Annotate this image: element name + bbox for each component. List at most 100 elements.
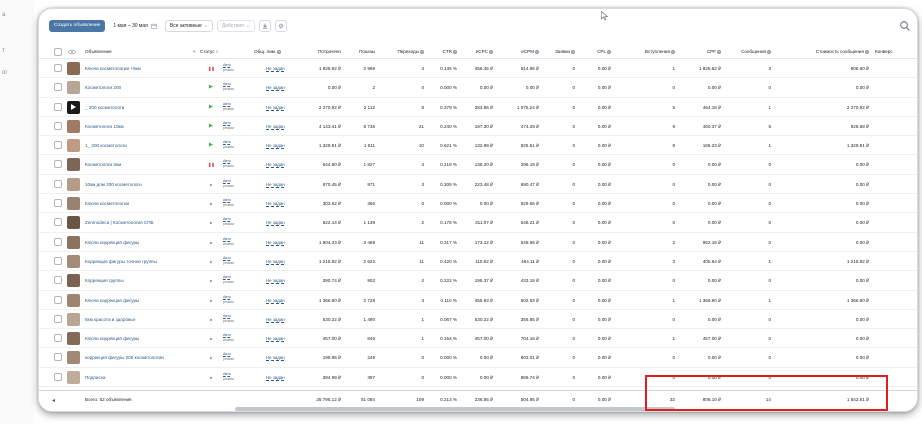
- col-clicks[interactable]: Переходы?: [384, 45, 424, 59]
- ad-name-link[interactable]: Коррекция группы: [85, 271, 185, 290]
- ad-thumbnail[interactable]: [67, 119, 80, 133]
- ad-thumbnail[interactable]: [67, 197, 80, 211]
- stop-status-icon[interactable]: ■: [208, 291, 214, 310]
- ad-name-link[interactable]: Ключи косметологии +5км: [85, 59, 185, 78]
- table-row[interactable]: Ключи коррекция фигуры ■ Авто режим Не задан…: [39, 233, 917, 252]
- row-checkbox[interactable]: [54, 237, 62, 246]
- actions-dropdown[interactable]: Действия ⌄: [216, 20, 256, 32]
- row-checkbox[interactable]: [54, 121, 62, 130]
- ad-thumbnail[interactable]: [67, 139, 80, 153]
- limit-link[interactable]: Не задан: [266, 194, 294, 213]
- col-conversions[interactable]: Конверс: [875, 45, 893, 59]
- date-range-picker[interactable]: 1 мая – 30 мая: [109, 20, 161, 32]
- ad-thumbnail[interactable]: [67, 158, 80, 172]
- col-ctr[interactable]: CTR?: [431, 45, 457, 59]
- scroll-left-arrow-icon[interactable]: ◂: [52, 397, 55, 404]
- row-checkbox[interactable]: [54, 314, 62, 323]
- table-row[interactable]: Косметологи 3км ❚❚ Авторежим Не задан 544.80…: [39, 155, 917, 175]
- ad-name-link[interactable]: Ключи косметологии: [85, 194, 185, 213]
- play-status-icon[interactable]: ▶: [208, 98, 214, 117]
- ad-name-link[interactable]: _ 200 косметологи: [85, 98, 185, 117]
- bid-mode[interactable]: Авто режим: [223, 333, 241, 344]
- sort-desc-icon[interactable]: ▾: [193, 45, 195, 59]
- play-status-icon[interactable]: ▶: [208, 136, 214, 155]
- bid-mode[interactable]: Авто режим: [223, 275, 241, 286]
- col-ecpm[interactable]: eCPM?: [499, 45, 539, 59]
- limit-link[interactable]: Не задан: [266, 136, 294, 155]
- col-ad[interactable]: Объявление: [85, 45, 112, 59]
- ad-name-link[interactable]: Ключи коррекция фигуры: [85, 329, 185, 348]
- search-icon[interactable]: [899, 20, 911, 32]
- bid-mode[interactable]: Авто режим: [223, 179, 241, 190]
- row-checkbox[interactable]: [54, 295, 62, 304]
- col-message-cost[interactable]: Стоимость сообщения?: [777, 45, 869, 59]
- table-row[interactable]: Косметологи 200 ▶ Авто режим Не задан 0.00 ₽ 2…: [39, 78, 917, 98]
- limit-link[interactable]: Не задан: [266, 271, 294, 290]
- table-row[interactable]: 5км красота и здоровье ■ Авто режим Не задан…: [39, 310, 917, 330]
- row-checkbox[interactable]: [54, 102, 62, 111]
- table-row[interactable]: _ 200 косметологи ▶ Авто режим Не задан 2 270…: [39, 98, 917, 117]
- settings-button[interactable]: [275, 20, 288, 32]
- ad-thumbnail[interactable]: [67, 370, 80, 384]
- col-cpf[interactable]: CPF?: [681, 45, 721, 59]
- eye-icon[interactable]: [68, 49, 76, 55]
- stop-status-icon[interactable]: ■: [208, 329, 214, 348]
- bid-mode[interactable]: Авто режим: [223, 140, 241, 151]
- ad-thumbnail[interactable]: [67, 254, 80, 268]
- bid-mode[interactable]: Авто режим: [223, 63, 241, 74]
- ad-thumbnail[interactable]: [67, 216, 80, 230]
- stop-status-icon[interactable]: ■: [208, 271, 214, 290]
- limit-link[interactable]: Не задан: [266, 329, 294, 348]
- ad-thumbnail[interactable]: [67, 332, 80, 346]
- row-checkbox[interactable]: [54, 160, 62, 169]
- bid-mode[interactable]: Авто режим: [223, 217, 241, 228]
- limit-link[interactable]: Не задан: [266, 233, 294, 252]
- bid-mode[interactable]: Авто режим: [223, 82, 241, 93]
- stop-status-icon[interactable]: ■: [208, 175, 214, 194]
- limit-link[interactable]: Не задан: [266, 252, 294, 271]
- stop-status-icon[interactable]: ■: [208, 368, 214, 387]
- row-checkbox[interactable]: [54, 141, 62, 150]
- ad-name-link[interactable]: Косметологи 3км: [85, 155, 185, 174]
- col-joins[interactable]: Вступления?: [619, 45, 675, 59]
- col-limit[interactable]: Общ. лим.?: [254, 45, 282, 59]
- limit-link[interactable]: Не задан: [266, 310, 294, 329]
- limit-link[interactable]: Не задан: [266, 59, 294, 78]
- bid-mode[interactable]: Авто режим: [223, 314, 241, 325]
- ad-thumbnail[interactable]: [67, 235, 80, 249]
- ad-name-link[interactable]: Косметологи 200: [85, 78, 185, 97]
- table-row[interactable]: Ключи коррекция фигуры ■ Авто режим Не задан…: [39, 291, 917, 310]
- col-leads[interactable]: Заявки?: [545, 45, 575, 59]
- bid-mode[interactable]: Авто режим: [223, 198, 241, 209]
- row-checkbox[interactable]: [54, 276, 62, 285]
- limit-link[interactable]: Не задан: [266, 348, 294, 367]
- table-row[interactable]: Коррекция группы ■ Авто режим Не задан 390.74…: [39, 271, 917, 291]
- col-messages[interactable]: Сообщения?: [727, 45, 771, 59]
- col-ecpc[interactable]: eCPC?: [463, 45, 493, 59]
- pause-status-icon[interactable]: ❚❚: [208, 59, 214, 78]
- horizontal-scrollbar[interactable]: [235, 407, 675, 411]
- bid-mode[interactable]: Авто режим: [223, 295, 241, 306]
- limit-link[interactable]: Не задан: [266, 175, 294, 194]
- ad-name-link[interactable]: коррекция фигуры 200 косметологии: [85, 348, 185, 367]
- bid-mode[interactable]: Авто режим: [223, 102, 241, 113]
- stop-status-icon[interactable]: ■: [208, 252, 214, 271]
- bid-mode[interactable]: Авто режим: [223, 352, 241, 363]
- create-ad-button[interactable]: Создать объявление: [49, 20, 106, 32]
- ad-name-link[interactable]: Подписка: [85, 368, 185, 387]
- download-button[interactable]: [259, 20, 272, 32]
- bid-mode[interactable]: Авто режим: [223, 121, 241, 132]
- ad-name-link[interactable]: Ключи коррекция фигуры: [85, 291, 185, 310]
- limit-link[interactable]: Не задан: [266, 291, 294, 310]
- row-checkbox[interactable]: [54, 353, 62, 362]
- pause-status-icon[interactable]: ❚❚: [208, 155, 214, 174]
- ad-name-link[interactable]: 10км дом 200 косметологи: [85, 175, 185, 194]
- table-row[interactable]: 10км дом 200 косметологи ■ Авто режим Не зад…: [39, 175, 917, 195]
- stop-status-icon[interactable]: ■: [208, 348, 214, 367]
- col-status[interactable]: Статус ≡: [200, 45, 219, 59]
- play-status-icon[interactable]: ▶: [208, 117, 214, 136]
- ad-thumbnail[interactable]: [67, 293, 80, 307]
- row-checkbox[interactable]: [54, 83, 62, 92]
- ad-name-link[interactable]: Косметологи 10км: [85, 117, 185, 136]
- ad-thumbnail[interactable]: [67, 177, 80, 191]
